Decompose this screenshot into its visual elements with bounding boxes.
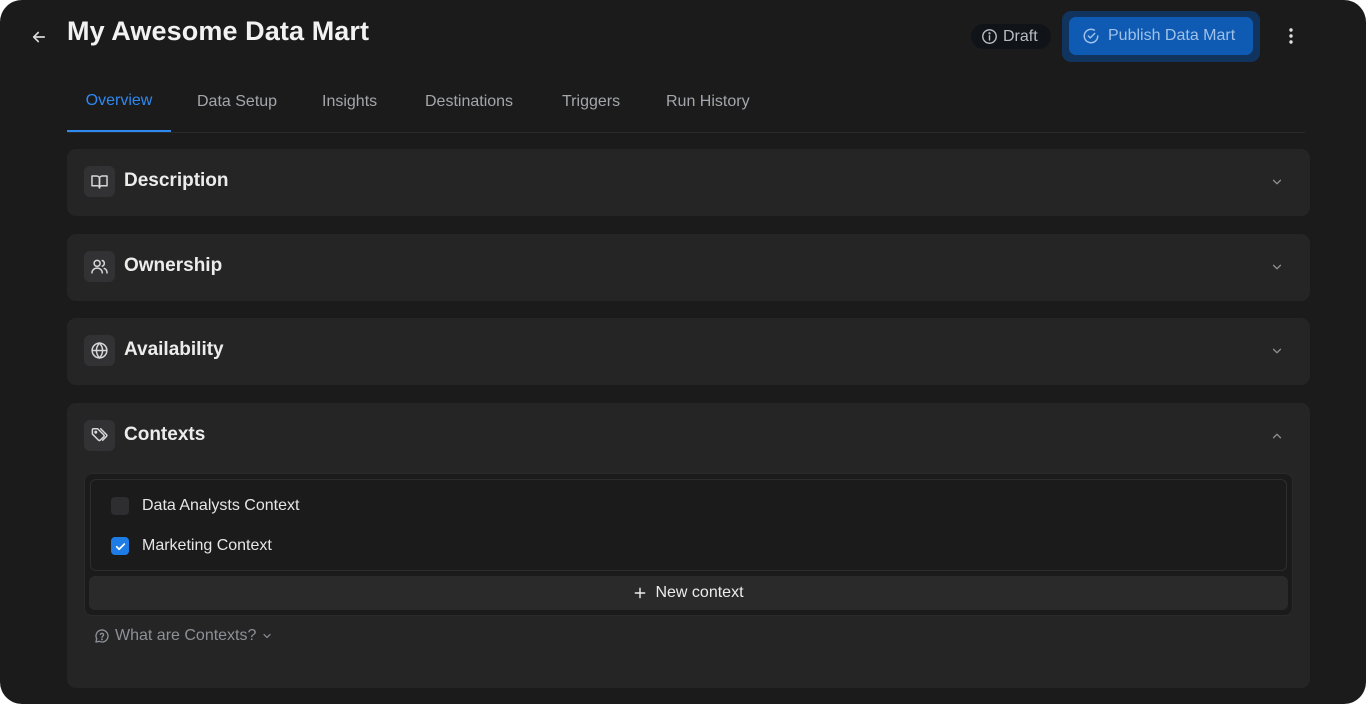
tab-run-history[interactable]: Run History xyxy=(666,72,750,132)
book-open-icon xyxy=(84,166,115,197)
availability-title: Availability xyxy=(124,339,224,360)
ownership-title: Ownership xyxy=(124,255,223,276)
contexts-panel: Data Analysts Context Marketing Context … xyxy=(84,473,1293,616)
chevron-down-icon xyxy=(263,633,272,639)
arrow-left-icon xyxy=(32,31,46,43)
globe-icon xyxy=(84,335,115,366)
ownership-header[interactable]: Ownership xyxy=(67,234,1310,300)
users-icon xyxy=(84,251,115,282)
new-context-button[interactable]: New context xyxy=(89,576,1288,610)
description-title: Description xyxy=(124,170,229,191)
checkbox-unchecked[interactable] xyxy=(111,497,129,515)
chevron-down-icon xyxy=(1268,258,1286,276)
contexts-header[interactable]: Contexts xyxy=(67,403,1310,469)
tab-destinations[interactable]: Destinations xyxy=(425,72,513,132)
contexts-section: Contexts Data Analysts Context Marketing… xyxy=(67,403,1310,688)
contexts-title: Contexts xyxy=(124,424,206,445)
availability-header[interactable]: Availability xyxy=(67,318,1310,384)
tab-bar: Overview Data Setup Insights Destination… xyxy=(67,72,1305,133)
tab-triggers[interactable]: Triggers xyxy=(562,72,620,132)
contexts-list: Data Analysts Context Marketing Context xyxy=(90,479,1287,571)
chevron-down-icon xyxy=(1268,342,1286,360)
list-item[interactable]: Data Analysts Context xyxy=(111,494,299,518)
tab-data-setup[interactable]: Data Setup xyxy=(197,72,277,132)
publish-button-label: Publish Data Mart xyxy=(1108,27,1236,44)
publish-button[interactable]: Publish Data Mart xyxy=(1069,17,1253,55)
page-header: My Awesome Data Mart Draft Publish Data … xyxy=(0,0,1366,72)
chevron-down-icon xyxy=(1268,173,1286,191)
list-item[interactable]: Marketing Context xyxy=(111,534,272,558)
publish-focus-ring: Publish Data Mart xyxy=(1062,11,1260,62)
tags-icon xyxy=(84,420,115,451)
check-circle-icon xyxy=(1083,28,1099,44)
check-icon xyxy=(115,542,125,550)
status-badge: Draft xyxy=(971,24,1051,49)
contexts-help-link[interactable]: What are Contexts? xyxy=(94,627,273,645)
back-button[interactable] xyxy=(26,24,52,50)
app-window: My Awesome Data Mart Draft Publish Data … xyxy=(0,0,1366,704)
tab-overview[interactable]: Overview xyxy=(67,72,171,132)
description-section: Description xyxy=(67,149,1310,216)
tab-insights[interactable]: Insights xyxy=(322,72,377,132)
checkbox-checked[interactable] xyxy=(111,537,129,555)
description-header[interactable]: Description xyxy=(67,149,1310,215)
page-title: My Awesome Data Mart xyxy=(67,16,370,46)
chevron-up-icon xyxy=(1268,427,1286,445)
ownership-section: Ownership xyxy=(67,234,1310,301)
availability-section: Availability xyxy=(67,318,1310,385)
plus-icon xyxy=(635,587,646,599)
context-label: Data Analysts Context xyxy=(142,497,300,514)
info-icon xyxy=(982,29,997,44)
status-badge-label: Draft xyxy=(1003,27,1038,45)
help-circle-icon xyxy=(95,629,109,643)
more-vertical-icon xyxy=(1289,28,1293,44)
help-label: What are Contexts? xyxy=(115,627,257,644)
more-options-button[interactable] xyxy=(1280,24,1302,48)
new-context-label: New context xyxy=(655,584,744,601)
context-label: Marketing Context xyxy=(142,537,272,554)
